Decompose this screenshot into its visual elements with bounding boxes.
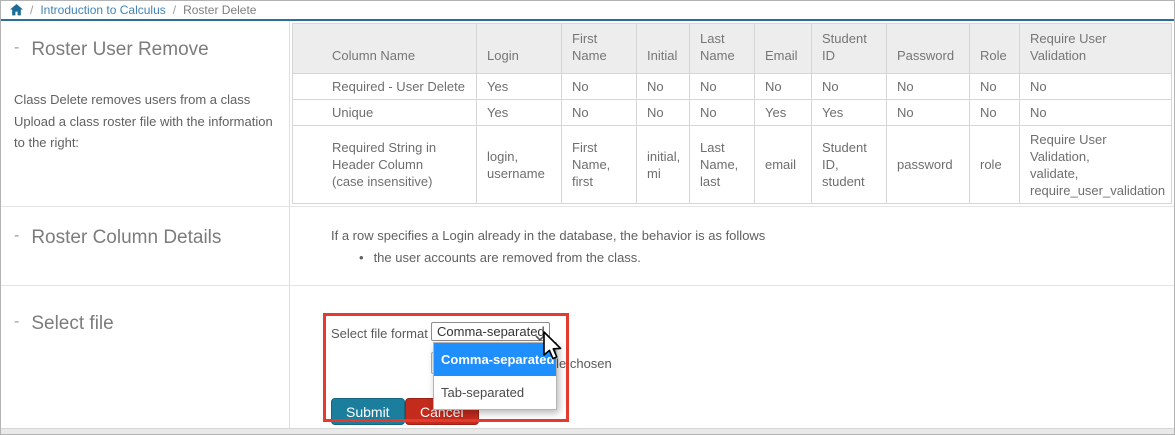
- table-cell: No: [637, 100, 690, 126]
- roster-columns-table: Column NameLoginFirst NameInitialLast Na…: [292, 23, 1172, 204]
- section-divider: [1, 206, 1174, 207]
- table-header-cell: Initial: [637, 24, 690, 74]
- collapse-minus-icon[interactable]: -: [14, 227, 19, 245]
- table-cell: Required String in Header Column (case i…: [293, 126, 477, 204]
- table-cell: Last Name, last: [690, 126, 755, 204]
- table-cell: No: [970, 74, 1020, 100]
- bullet-text: the user accounts are removed from the c…: [374, 250, 641, 265]
- column-details-intro: If a row specifies a Login already in th…: [331, 228, 765, 243]
- file-format-dropdown-list[interactable]: Comma-separatedTab-separated: [433, 342, 557, 410]
- table-cell: No: [970, 100, 1020, 126]
- table-cell: No: [887, 100, 970, 126]
- breadcrumb-course-link[interactable]: Introduction to Calculus: [40, 3, 165, 17]
- bottom-strip: [1, 428, 1174, 435]
- table-header-cell: Email: [755, 24, 812, 74]
- dropdown-option[interactable]: Tab-separated: [434, 376, 556, 409]
- table-cell: Required - User Delete: [293, 74, 477, 100]
- table-header-cell: First Name: [562, 24, 637, 74]
- table-cell: Yes: [477, 100, 562, 126]
- roster-user-remove-description: Class Delete removes users from a class …: [14, 89, 280, 153]
- submit-button[interactable]: Submit: [331, 398, 405, 425]
- table-cell: No: [562, 100, 637, 126]
- table-cell: No: [755, 74, 812, 100]
- breadcrumb-current: Roster Delete: [183, 3, 256, 17]
- table-header-cell: Role: [970, 24, 1020, 74]
- table-cell: Require User Validation, validate, requi…: [1020, 126, 1172, 204]
- table-cell: initial, mi: [637, 126, 690, 204]
- selected-option-label: Comma-separated: [437, 324, 545, 339]
- bullet-icon: •: [359, 250, 364, 265]
- table-cell: No: [887, 74, 970, 100]
- table-header-row: Column NameLoginFirst NameInitialLast Na…: [293, 24, 1172, 74]
- table-cell: Yes: [755, 100, 812, 126]
- table-header-cell: Student ID: [812, 24, 887, 74]
- breadcrumb-separator: /: [30, 3, 33, 17]
- table-cell: No: [812, 74, 887, 100]
- table-cell: First Name, first: [562, 126, 637, 204]
- description-line: Class Delete removes users from a class: [14, 89, 280, 110]
- collapse-minus-icon[interactable]: -: [14, 313, 19, 331]
- table-header-cell: Login: [477, 24, 562, 74]
- section-title: Select file: [31, 313, 113, 335]
- table-cell: password: [887, 126, 970, 204]
- dropdown-option[interactable]: Comma-separated: [434, 343, 556, 376]
- table-header-cell: Password: [887, 24, 970, 74]
- section-heading-select-file[interactable]: - Select file: [14, 313, 114, 335]
- table-header-cell: Require User Validation: [1020, 24, 1172, 74]
- section-heading-roster-column-details[interactable]: - Roster Column Details: [14, 227, 221, 249]
- table-cell: No: [1020, 100, 1172, 126]
- table-row: Required - User DeleteYesNoNoNoNoNoNoNoN…: [293, 74, 1172, 100]
- section-title: Roster User Remove: [31, 39, 208, 61]
- collapse-minus-icon[interactable]: -: [14, 39, 19, 57]
- breadcrumb-separator: /: [173, 3, 176, 17]
- column-details-bullet: • the user accounts are removed from the…: [359, 250, 641, 265]
- table-header-cell: Last Name: [690, 24, 755, 74]
- section-heading-roster-user-remove[interactable]: - Roster User Remove: [14, 39, 209, 61]
- file-format-select[interactable]: Comma-separated: [431, 322, 550, 341]
- roster-delete-page: / Introduction to Calculus / Roster Dele…: [0, 0, 1175, 435]
- table-row: UniqueYesNoNoNoYesYesNoNoNo: [293, 100, 1172, 126]
- table-cell: No: [690, 74, 755, 100]
- table-cell: Yes: [812, 100, 887, 126]
- select-file-format-label: Select file format: [331, 326, 428, 341]
- table-cell: Unique: [293, 100, 477, 126]
- column-divider: [289, 21, 290, 428]
- table-cell: No: [1020, 74, 1172, 100]
- section-divider: [1, 285, 1174, 286]
- description-line: Upload a class roster file with the info…: [14, 111, 280, 153]
- table-cell: No: [690, 100, 755, 126]
- breadcrumb: / Introduction to Calculus / Roster Dele…: [1, 1, 1174, 19]
- table-cell: No: [562, 74, 637, 100]
- table-cell: email: [755, 126, 812, 204]
- accent-divider: [1, 19, 1174, 21]
- section-title: Roster Column Details: [31, 227, 221, 249]
- table-header-cell: Column Name: [293, 24, 477, 74]
- home-icon[interactable]: [10, 4, 23, 16]
- table-cell: Yes: [477, 74, 562, 100]
- table-row: Required String in Header Column (case i…: [293, 126, 1172, 204]
- table-cell: login, username: [477, 126, 562, 204]
- table-cell: No: [637, 74, 690, 100]
- table-cell: Student ID, student: [812, 126, 887, 204]
- table-cell: role: [970, 126, 1020, 204]
